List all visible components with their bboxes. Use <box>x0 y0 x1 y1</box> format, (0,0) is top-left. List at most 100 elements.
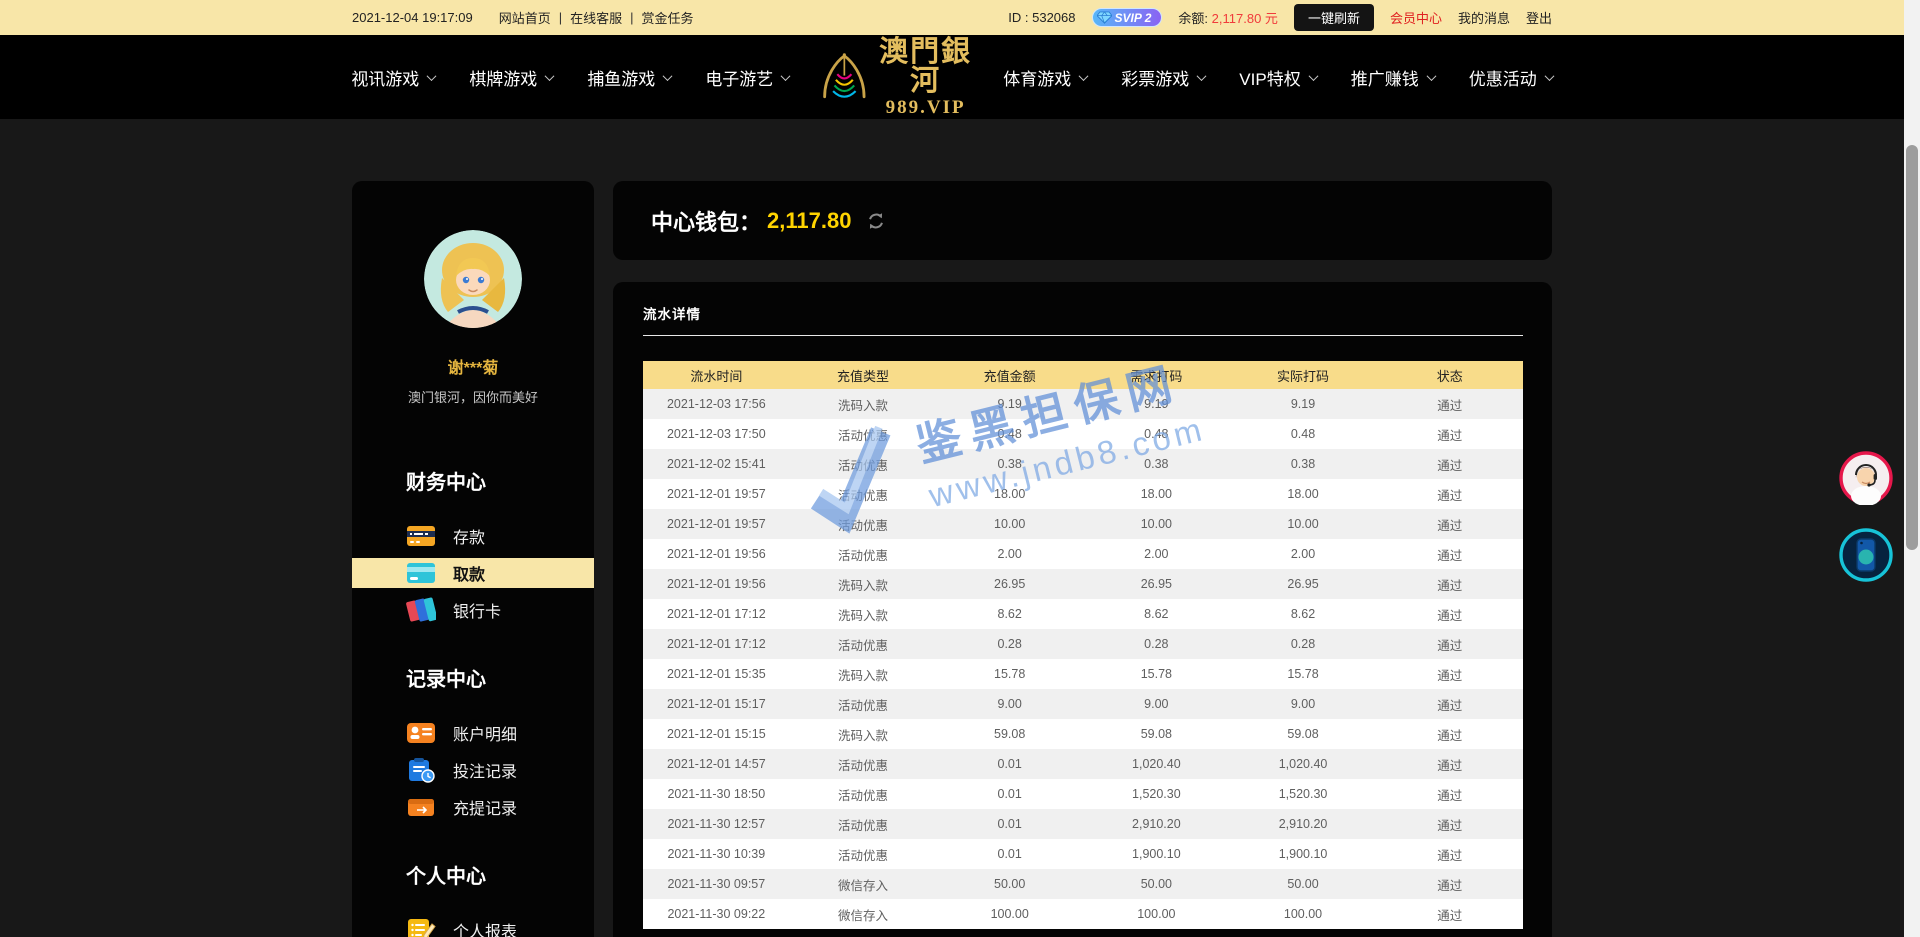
galaxy-fountain-icon <box>819 44 870 110</box>
logout-link[interactable]: 登出 <box>1526 8 1552 27</box>
table-cell: 通过 <box>1376 605 1523 624</box>
chevron-down-icon <box>1308 71 1318 81</box>
table-cell: 100.00 <box>936 907 1083 921</box>
balance-value: 2,117.80 元 <box>1212 11 1278 26</box>
nav-board-games[interactable]: 棋牌游戏 <box>469 65 553 90</box>
section-title-records: 记录中心 <box>352 663 594 692</box>
table-cell: 50.00 <box>1083 877 1230 891</box>
site-logo[interactable]: 澳門銀河 989.VIP <box>819 38 973 117</box>
sidebar: 谢***菊 澳门银河，因你而美好 财务中心 存款 取款 <box>352 181 594 937</box>
col-status: 状态 <box>1376 366 1523 385</box>
divider-rule <box>643 335 1523 336</box>
sidebar-item-withdraw[interactable]: 取款 <box>352 558 594 588</box>
nav-fishing-games[interactable]: 捕鱼游戏 <box>587 65 671 90</box>
table-cell: 洗码入款 <box>790 605 937 624</box>
scrollbar-track[interactable] <box>1904 0 1920 937</box>
table-row: 2021-11-30 09:22微信存入100.00100.00100.00通过 <box>643 899 1523 929</box>
table-cell: 2021-12-01 19:57 <box>643 517 790 531</box>
table-cell: 活动优惠 <box>790 515 937 534</box>
logo-title: 澳門銀河 <box>878 38 973 96</box>
table-cell: 8.62 <box>936 607 1083 621</box>
bet-record-icon <box>406 757 436 783</box>
table-cell: 洗码入款 <box>790 665 937 684</box>
sidebar-item-bank-card[interactable]: 银行卡 <box>352 595 594 625</box>
table-row: 2021-12-01 19:57活动优惠10.0010.0010.00通过 <box>643 509 1523 539</box>
col-time: 流水时间 <box>643 366 790 385</box>
table-cell: 2.00 <box>1083 547 1230 561</box>
table-cell: 18.00 <box>1230 487 1377 501</box>
refresh-icon[interactable] <box>865 210 887 232</box>
customer-service-icon[interactable] <box>1839 451 1893 505</box>
table-row: 2021-12-03 17:56洗码入款9.199.199.19通过 <box>643 389 1523 419</box>
link-site-home[interactable]: 网站首页 <box>499 8 551 27</box>
table-cell: 0.28 <box>1083 637 1230 651</box>
nav-vip-privilege[interactable]: VIP特权 <box>1239 65 1316 90</box>
nav-promotion-earn[interactable]: 推广赚钱 <box>1351 65 1435 90</box>
table-cell: 2021-11-30 12:57 <box>643 817 790 831</box>
table-row: 2021-12-01 15:15洗码入款59.0859.0859.08通过 <box>643 719 1523 749</box>
mobile-app-icon[interactable] <box>1839 528 1893 582</box>
table-row: 2021-11-30 12:57活动优惠0.012,910.202,910.20… <box>643 809 1523 839</box>
table-row: 2021-12-01 14:57活动优惠0.011,020.401,020.40… <box>643 749 1523 779</box>
logo-subtitle: 989.VIP <box>878 98 973 117</box>
bank-cards-icon <box>406 597 436 623</box>
nav-live-games[interactable]: 视讯游戏 <box>351 65 435 90</box>
link-online-service[interactable]: 在线客服 <box>570 8 622 27</box>
chevron-down-icon <box>545 71 555 81</box>
nav-discount-activity[interactable]: 优惠活动 <box>1469 65 1553 90</box>
table-cell: 0.28 <box>936 637 1083 651</box>
table-cell: 18.00 <box>936 487 1083 501</box>
datetime: 2021-12-04 19:17:09 <box>352 10 473 25</box>
sidebar-item-deposit[interactable]: 存款 <box>352 521 594 551</box>
one-key-refresh-button[interactable]: 一键刷新 <box>1294 4 1374 31</box>
sidebar-item-account-detail[interactable]: 账户明细 <box>352 718 594 748</box>
table-cell: 0.38 <box>936 457 1083 471</box>
table-cell: 活动优惠 <box>790 695 937 714</box>
chevron-down-icon <box>1197 71 1207 81</box>
chevron-down-icon <box>427 71 437 81</box>
table-row: 2021-12-01 17:12洗码入款8.628.628.62通过 <box>643 599 1523 629</box>
table-cell: 0.01 <box>936 787 1083 801</box>
chevron-down-icon <box>1079 71 1089 81</box>
table-cell: 2021-11-30 10:39 <box>643 847 790 861</box>
table-cell: 通过 <box>1376 665 1523 684</box>
table-cell: 通过 <box>1376 785 1523 804</box>
sidebar-item-deposit-withdraw-record[interactable]: 充提记录 <box>352 792 594 822</box>
svip-badge: SVIP 2 <box>1092 8 1163 27</box>
table-cell: 2021-12-01 17:12 <box>643 607 790 621</box>
divider: | <box>630 10 633 25</box>
table-cell: 10.00 <box>936 517 1083 531</box>
member-center-link[interactable]: 会员中心 <box>1390 8 1442 27</box>
my-messages-link[interactable]: 我的消息 <box>1458 8 1510 27</box>
wallet-amount: 2,117.80 <box>767 208 851 234</box>
table-cell: 26.95 <box>1083 577 1230 591</box>
user-id: ID : 532068 <box>1008 10 1075 25</box>
table-cell: 0.28 <box>1230 637 1377 651</box>
table-cell: 100.00 <box>1230 907 1377 921</box>
table-row: 2021-12-01 19:56活动优惠2.002.002.00通过 <box>643 539 1523 569</box>
nav-slot-games[interactable]: 电子游艺 <box>705 65 789 90</box>
table-cell: 2.00 <box>1230 547 1377 561</box>
table-row: 2021-12-01 15:35洗码入款15.7815.7815.78通过 <box>643 659 1523 689</box>
chevron-down-icon <box>663 71 673 81</box>
link-bounty-task[interactable]: 赏金任务 <box>642 8 694 27</box>
sidebar-item-label: 取款 <box>453 561 485 585</box>
nav-sports-games[interactable]: 体育游戏 <box>1003 65 1087 90</box>
table-cell: 1,520.30 <box>1083 787 1230 801</box>
table-row: 2021-12-01 19:56洗码入款26.9526.9526.95通过 <box>643 569 1523 599</box>
table-cell: 0.48 <box>1083 427 1230 441</box>
scrollbar-thumb[interactable] <box>1906 145 1918 550</box>
sidebar-item-bet-record[interactable]: 投注记录 <box>352 755 594 785</box>
sidebar-item-label: 充提记录 <box>453 795 517 819</box>
table-cell: 15.78 <box>1083 667 1230 681</box>
table-cell: 0.38 <box>1230 457 1377 471</box>
table-cell: 10.00 <box>1230 517 1377 531</box>
table-cell: 通过 <box>1376 515 1523 534</box>
chevron-down-icon <box>1426 71 1436 81</box>
withdraw-card-icon <box>406 560 436 586</box>
sidebar-item-label: 投注记录 <box>453 758 517 782</box>
table-cell: 通过 <box>1376 725 1523 744</box>
sidebar-item-personal-report[interactable]: 个人报表 <box>352 915 594 937</box>
nav-lottery-games[interactable]: 彩票游戏 <box>1121 65 1205 90</box>
slogan: 澳门银河，因你而美好 <box>352 387 594 406</box>
